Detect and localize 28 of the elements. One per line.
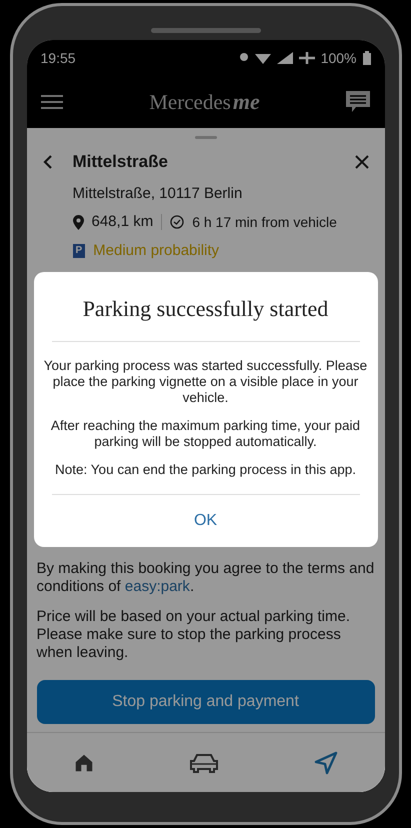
duration-text: 6 h 17 min from vehicle — [192, 212, 337, 232]
battery-percent: 100% — [320, 48, 356, 68]
probability-text: Medium probability — [93, 240, 220, 260]
brand-logo: Mercedesme — [149, 88, 260, 116]
navigation-arrow-icon[interactable] — [314, 750, 338, 774]
dialog-title: Parking successfully started — [82, 295, 328, 323]
back-icon[interactable] — [42, 154, 52, 169]
location-title: Mittelstraße — [72, 151, 169, 173]
location-address: Mittelstraße, 10117 Berlin — [72, 184, 244, 204]
battery-icon — [362, 51, 370, 65]
dialog-message: After reaching the maximum parking time, your paid parking will be stopped automatically. — [50, 418, 362, 450]
message-icon[interactable] — [346, 91, 370, 113]
terms-link[interactable]: easy:park — [124, 578, 190, 595]
ok-button[interactable]: OK — [174, 497, 238, 545]
price-note: Price will be based on your actual parking time. Please make sure to stop the parking process when leaving. — [36, 608, 351, 662]
location-pin-icon — [72, 214, 84, 230]
menu-icon[interactable] — [40, 94, 62, 110]
terms-text: By making this booking you agree to the terms and conditions of easy:park. — [36, 560, 374, 596]
dialog-message: Your parking process was started successfully. Please place the parking vignette on a visible place in your vehicle. — [42, 358, 368, 406]
parking-badge: P — [72, 244, 86, 258]
dialog-message: Note: You can end the parking process in this app. — [54, 462, 357, 478]
stop-parking-button[interactable]: Stop parking and payment — [36, 680, 374, 724]
drag-handle[interactable] — [194, 136, 216, 139]
distance-text: 648,1 km — [92, 212, 154, 232]
signal-icon — [276, 52, 293, 64]
clock-icon — [170, 215, 184, 230]
close-icon[interactable] — [354, 154, 368, 169]
status-time: 19:55 — [40, 48, 76, 68]
